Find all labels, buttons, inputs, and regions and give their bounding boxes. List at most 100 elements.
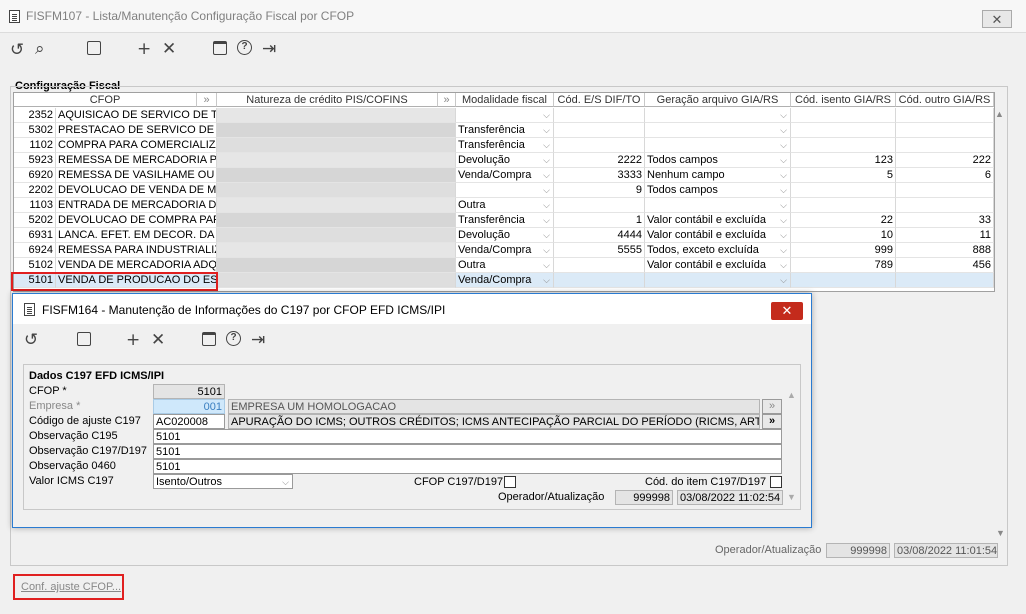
table-row[interactable]: 1103 ENTRADA DE MERCADORIA DE T Outra ⌵ ⌵ [14, 198, 994, 213]
outro-cell[interactable] [896, 108, 994, 123]
undo-icon[interactable]: ↺ [10, 40, 24, 60]
chevron-down-icon[interactable]: ⌵ [543, 183, 550, 197]
cfop-code[interactable]: 1102 [14, 138, 56, 153]
isento-cell[interactable] [791, 273, 896, 288]
chevron-down-icon[interactable]: ⌵ [780, 228, 787, 242]
delete-icon[interactable]: ✕ [162, 39, 176, 59]
chevron-down-icon[interactable]: ⌵ [780, 183, 787, 197]
geracao-cell[interactable]: Todos, exceto excluída ⌵ [645, 243, 791, 258]
chevron-down-icon[interactable]: ⌵ [780, 123, 787, 137]
cfop-code[interactable]: 5202 [14, 213, 56, 228]
geracao-cell[interactable]: Valor contábil e excluída ⌵ [645, 213, 791, 228]
table-row[interactable]: 1102 COMPRA PARA COMERCIALIZAC Transferênc… [14, 138, 994, 153]
modal-help-icon[interactable]: ? [226, 331, 241, 346]
exit-icon[interactable]: ⇥ [262, 39, 276, 59]
header-cod-es[interactable]: Cód. E/S DIF/TO [554, 93, 645, 107]
natureza-cell-redacted[interactable] [217, 273, 456, 288]
cod-es-cell[interactable] [554, 273, 645, 288]
empresa-code-field[interactable]: 001 [153, 399, 225, 414]
natureza-cell-redacted[interactable] [217, 168, 456, 183]
modal-delete-icon[interactable]: ✕ [151, 330, 165, 350]
isento-cell[interactable]: 123 [791, 153, 896, 168]
cfop-code[interactable]: 6924 [14, 243, 56, 258]
chevron-down-icon[interactable]: ⌵ [543, 138, 550, 152]
cod-es-cell[interactable] [554, 138, 645, 153]
chevron-down-icon[interactable]: ⌵ [780, 138, 787, 152]
chevron-down-icon[interactable]: ⌵ [543, 228, 550, 242]
cfop-code[interactable]: 1103 [14, 198, 56, 213]
chevron-down-icon[interactable]: ⌵ [543, 273, 550, 287]
cfop-description[interactable]: PRESTACAO DE SERVICO DE CO [56, 123, 217, 138]
table-row[interactable]: 6931 LANCA. EFET. EM DECOR. DA RE Devoluçã… [14, 228, 994, 243]
outro-cell[interactable]: 11 [896, 228, 994, 243]
cfop-description[interactable]: DEVOLUCAO DE VENDA DE MER [56, 183, 217, 198]
save-icon[interactable] [87, 41, 101, 55]
table-row[interactable]: 2202 DEVOLUCAO DE VENDA DE MER ⌵ 9 Todos cam… [14, 183, 994, 198]
geracao-cell[interactable]: ⌵ [645, 198, 791, 213]
modalidade-cell[interactable]: Venda/Compra ⌵ [456, 168, 554, 183]
natureza-cell-redacted[interactable] [217, 138, 456, 153]
header-cfop-lookup-icon[interactable]: » [197, 93, 217, 107]
header-cfop[interactable]: CFOP [14, 93, 197, 107]
modalidade-cell[interactable]: Venda/Compra ⌵ [456, 243, 554, 258]
natureza-cell-redacted[interactable] [217, 183, 456, 198]
chevron-down-icon[interactable]: ⌵ [543, 123, 550, 137]
cfop-code[interactable]: 5302 [14, 123, 56, 138]
isento-cell[interactable] [791, 123, 896, 138]
natureza-cell-redacted[interactable] [217, 243, 456, 258]
cfop-description[interactable]: ENTRADA DE MERCADORIA DE T [56, 198, 217, 213]
chevron-down-icon[interactable]: ⌵ [543, 108, 550, 122]
chevron-down-icon[interactable]: ⌵ [543, 153, 550, 167]
outro-cell[interactable] [896, 138, 994, 153]
geracao-cell[interactable]: Todos campos ⌵ [645, 183, 791, 198]
cfop-description[interactable]: DEVOLUCAO DE COMPRA PARA [56, 213, 217, 228]
header-geracao[interactable]: Geração arquivo GIA/RS [645, 93, 791, 107]
cfop-description[interactable]: VENDA DE MERCADORIA ADQUI [56, 258, 217, 273]
header-natureza-lookup-icon[interactable]: » [438, 93, 456, 107]
chevron-down-icon[interactable]: ⌵ [780, 198, 787, 212]
modalidade-cell[interactable]: ⌵ [456, 183, 554, 198]
chevron-down-icon[interactable]: ⌵ [780, 243, 787, 257]
cod-es-cell[interactable] [554, 258, 645, 273]
help-icon[interactable]: ? [237, 40, 252, 55]
modal-calendar-icon[interactable] [202, 332, 216, 346]
outro-cell[interactable]: 33 [896, 213, 994, 228]
conf-ajuste-cfop-button[interactable]: Conf. ajuste CFOP... [21, 581, 121, 593]
geracao-cell[interactable]: Nenhum campo ⌵ [645, 168, 791, 183]
grid-scroll-down-icon[interactable]: ▼ [996, 528, 1005, 538]
isento-cell[interactable] [791, 198, 896, 213]
cod-es-cell[interactable] [554, 108, 645, 123]
outro-cell[interactable]: 456 [896, 258, 994, 273]
header-outro[interactable]: Cód. outro GIA/RS [896, 93, 994, 107]
header-natureza[interactable]: Natureza de crédito PIS/COFINS [217, 93, 438, 107]
chevron-down-icon[interactable]: ⌵ [780, 273, 787, 287]
chevron-down-icon[interactable]: ⌵ [543, 168, 550, 182]
isento-cell[interactable]: 999 [791, 243, 896, 258]
cod-es-cell[interactable] [554, 123, 645, 138]
table-row[interactable]: 5202 DEVOLUCAO DE COMPRA PARA Transferênci… [14, 213, 994, 228]
modalidade-cell[interactable]: ⌵ [456, 108, 554, 123]
modal-exit-icon[interactable]: ⇥ [251, 330, 265, 350]
chevron-down-icon[interactable]: ⌵ [780, 213, 787, 227]
outro-cell[interactable] [896, 123, 994, 138]
grid-scroll-up-icon[interactable]: ▲ [995, 109, 1005, 119]
outro-cell[interactable]: 888 [896, 243, 994, 258]
modal-save-icon[interactable] [77, 332, 91, 346]
add-icon[interactable]: + [137, 39, 151, 59]
geracao-cell[interactable]: Valor contábil e excluída ⌵ [645, 228, 791, 243]
modalidade-cell[interactable]: Transferência ⌵ [456, 213, 554, 228]
modalidade-cell[interactable]: Outra ⌵ [456, 198, 554, 213]
modal-scroll-down-icon[interactable]: ▼ [787, 492, 796, 502]
modal-close-button[interactable]: ✕ [771, 302, 803, 320]
calendar-icon[interactable] [213, 41, 227, 55]
cfop-code[interactable]: 6931 [14, 228, 56, 243]
cfop-description[interactable]: REMESSA DE MERCADORIA POR [56, 153, 217, 168]
table-row[interactable]: 5923 REMESSA DE MERCADORIA POR Devolução ⌵ 2… [14, 153, 994, 168]
codigo-ajuste-field[interactable]: AC020008 [153, 414, 225, 429]
cfop-description[interactable]: LANCA. EFET. EM DECOR. DA RE [56, 228, 217, 243]
outro-cell[interactable] [896, 183, 994, 198]
cfop-code[interactable]: 5923 [14, 153, 56, 168]
cfop-description[interactable]: REMESSA DE VASILHAME OU SA [56, 168, 217, 183]
valor-icms-select[interactable]: Isento/Outros ⌵ [153, 474, 293, 489]
table-row[interactable]: 2352 AQUISICAO DE SERVICO DE TRA ⌵ ⌵ [14, 108, 994, 123]
